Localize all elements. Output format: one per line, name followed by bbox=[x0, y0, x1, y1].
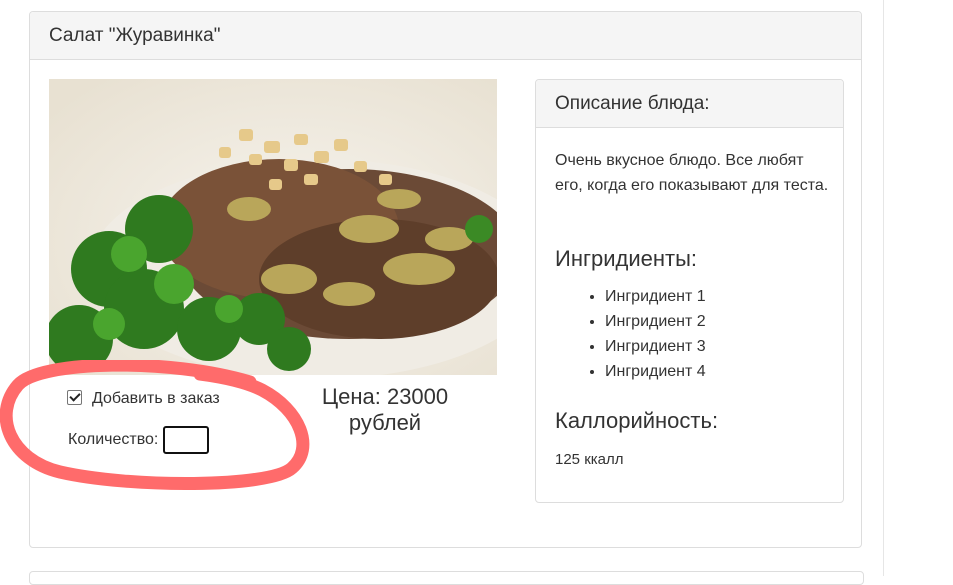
ingredient-item: Ингридиент 4 bbox=[605, 359, 706, 384]
page-divider bbox=[883, 0, 884, 576]
price-amount: Цена: 23000 bbox=[321, 384, 449, 409]
ingredient-item: Ингридиент 3 bbox=[605, 334, 706, 359]
quantity-row: Количество: bbox=[68, 426, 210, 454]
salad-photo bbox=[49, 79, 497, 375]
add-to-order-checkbox[interactable] bbox=[67, 390, 82, 405]
quantity-input[interactable] bbox=[163, 426, 210, 454]
calories-value: 125 ккалл bbox=[555, 451, 624, 468]
ingredients-list: Ингридиент 1 Ингридиент 2 Ингридиент 3 И… bbox=[555, 284, 706, 384]
ingredients-title: Ингридиенты: bbox=[555, 246, 698, 271]
calories-title: Каллорийность: bbox=[555, 408, 719, 433]
description-heading: Описание блюда: bbox=[536, 80, 843, 128]
ingredient-item: Ингридиент 1 bbox=[605, 284, 706, 309]
add-to-order-label: Добавить в заказ bbox=[92, 390, 220, 407]
next-panel bbox=[29, 571, 864, 585]
description-text: Очень вкусное блюдо. Все любят его, когд… bbox=[555, 152, 829, 194]
ingredient-item: Ингридиент 2 bbox=[605, 309, 706, 334]
quantity-label: Количество: bbox=[68, 431, 159, 448]
add-to-order-row[interactable]: Добавить в заказ bbox=[67, 390, 220, 408]
description-panel: Описание блюда: Очень вкусное блюдо. Все… bbox=[535, 79, 844, 503]
price-currency: рублей bbox=[348, 410, 422, 435]
dish-title: Салат "Журавинка" bbox=[30, 12, 861, 60]
price: Цена: 23000 рублей bbox=[300, 384, 470, 436]
